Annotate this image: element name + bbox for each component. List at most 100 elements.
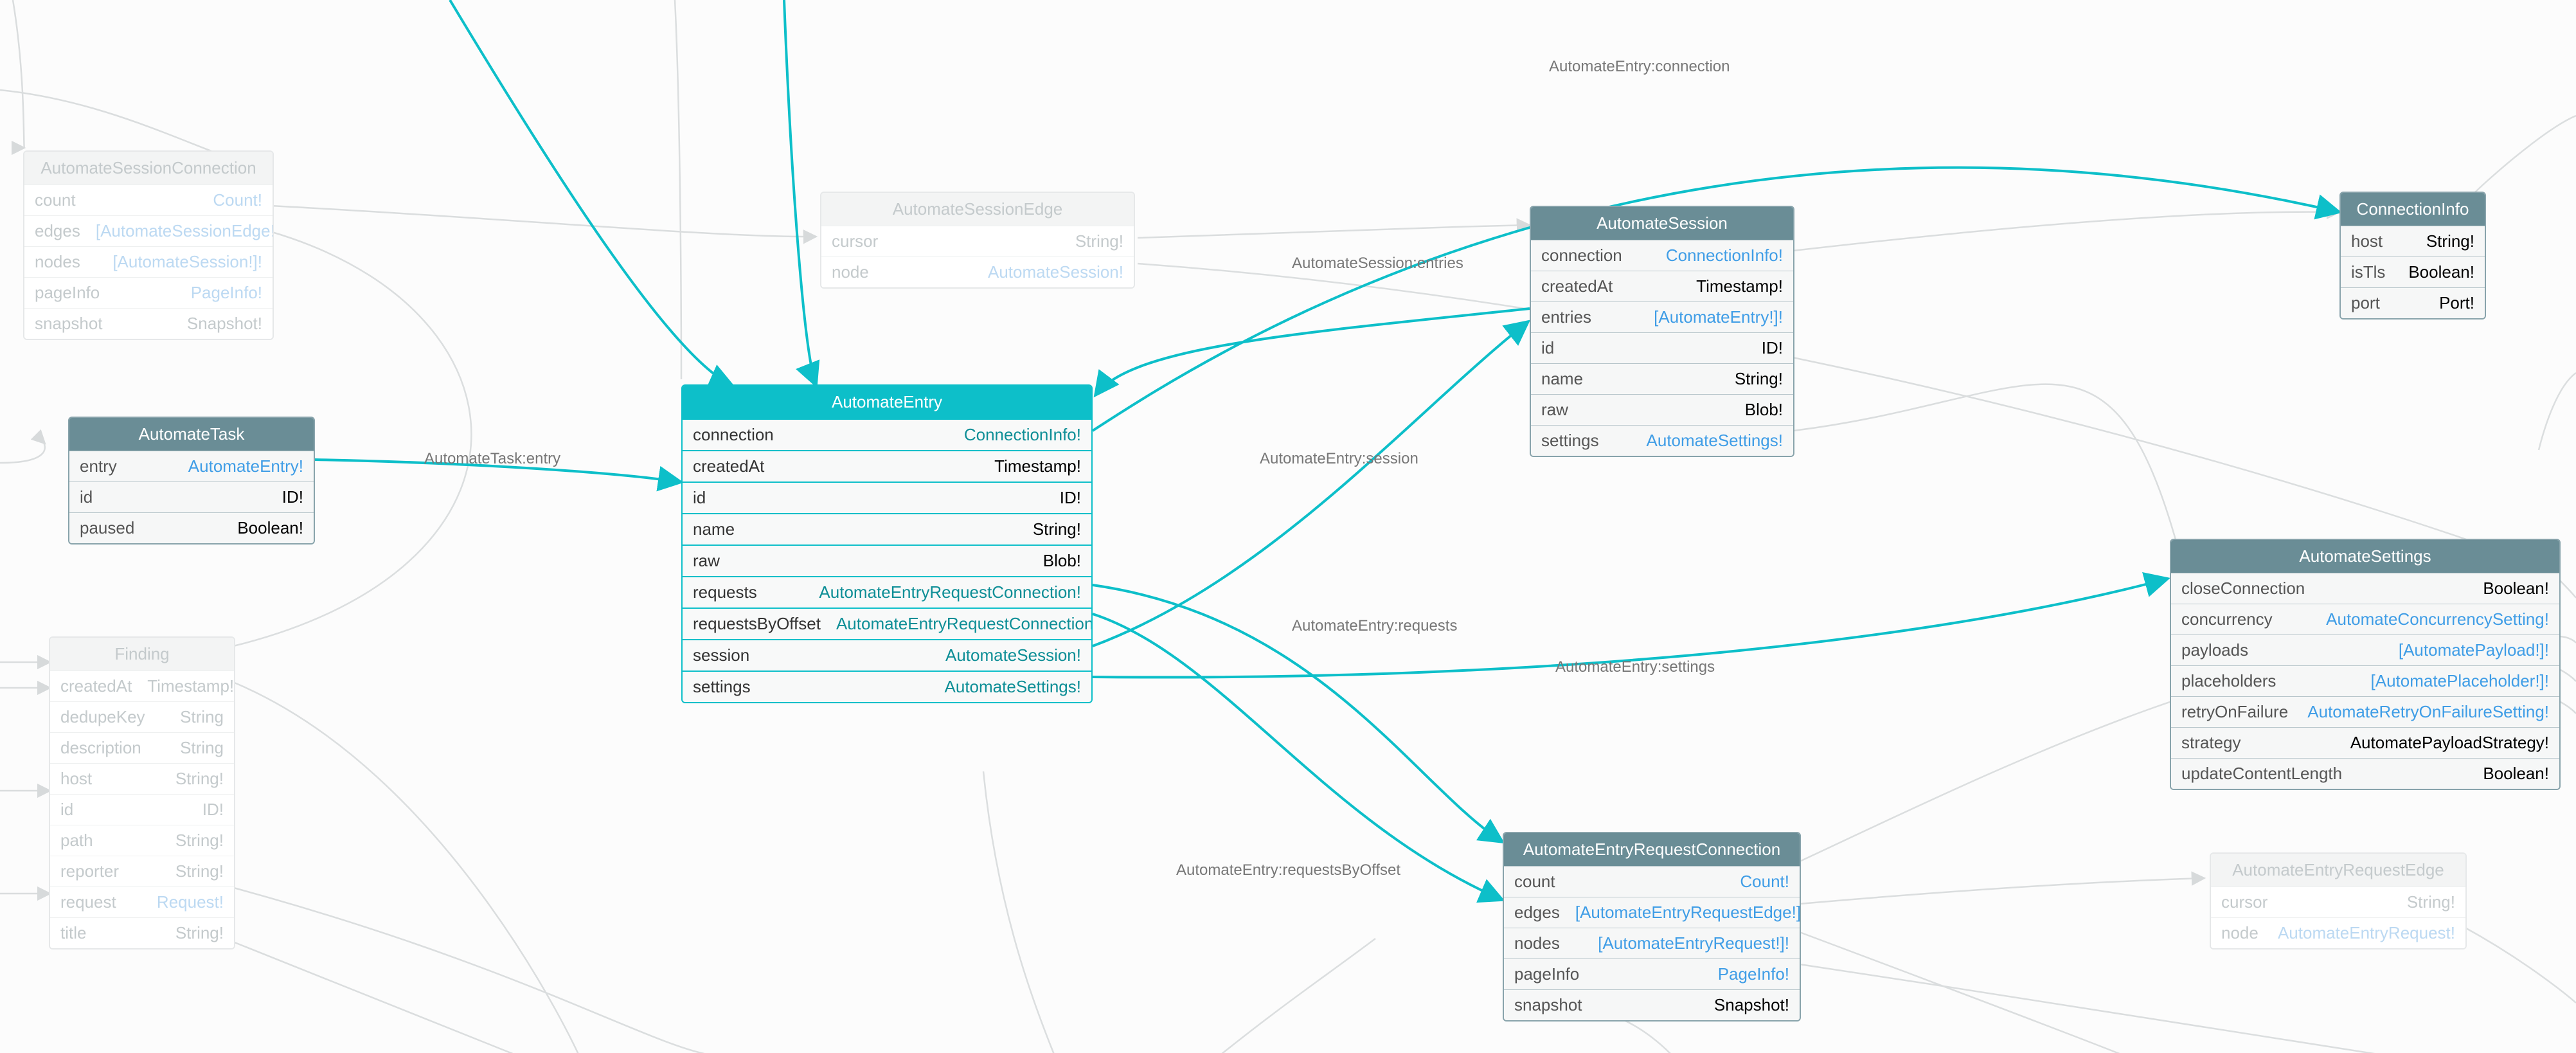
field-type[interactable]: AutomateConcurrencySetting! <box>2326 609 2549 629</box>
field-type[interactable]: [AutomateEntryRequestEdge!]! <box>1575 903 1801 923</box>
field-type[interactable]: AutomateSession! <box>988 262 1123 282</box>
field-type[interactable]: ConnectionInfo! <box>964 425 1081 445</box>
field-type[interactable]: AutomateSettings! <box>945 677 1081 697</box>
field-row[interactable]: pageInfo PageInfo! <box>1504 959 1800 989</box>
field-row[interactable]: count Count! <box>24 184 273 215</box>
field-row[interactable]: title String! <box>50 917 234 948</box>
field-row-settings[interactable]: settings AutomateSettings! <box>683 670 1091 702</box>
field-type[interactable]: AutomateRetryOnFailureSetting! <box>2307 702 2549 722</box>
field-row[interactable]: placeholders [AutomatePlaceholder!]! <box>2171 665 2559 696</box>
field-name: createdAt <box>693 456 764 476</box>
node-title[interactable]: AutomateEntryRequestEdge <box>2211 854 2465 887</box>
field-row[interactable]: dedupeKey String <box>50 701 234 732</box>
field-type: String! <box>175 923 224 943</box>
field-row[interactable]: entries [AutomateEntry!]! <box>1531 302 1793 332</box>
node-title[interactable]: Finding <box>50 638 234 670</box>
node-automate-entry-request-connection[interactable]: AutomateEntryRequestConnection count Cou… <box>1503 832 1801 1022</box>
field-type[interactable]: AutomateEntryRequestConnection! <box>819 582 1081 602</box>
field-row[interactable]: edges [AutomateEntryRequestEdge!]! <box>1504 897 1800 928</box>
node-connection-info[interactable]: ConnectionInfo host String! isTls Boolea… <box>2339 192 2486 320</box>
field-row-id[interactable]: id ID! <box>683 482 1091 513</box>
field-row[interactable]: host String! <box>50 763 234 794</box>
field-row[interactable]: nodes [AutomateEntryRequest!]! <box>1504 928 1800 959</box>
field-row[interactable]: updateContentLength Boolean! <box>2171 758 2559 789</box>
node-automate-task[interactable]: AutomateTask entry AutomateEntry! id ID!… <box>68 417 315 544</box>
field-type[interactable]: PageInfo! <box>1718 964 1789 984</box>
field-row[interactable]: paused Boolean! <box>69 512 314 543</box>
field-type[interactable]: AutomateEntry! <box>188 456 303 476</box>
field-row[interactable]: pageInfo PageInfo! <box>24 277 273 308</box>
field-name: requests <box>693 582 757 602</box>
field-row[interactable]: edges [AutomateSessionEdge!]! <box>24 215 273 246</box>
field-type[interactable]: Count! <box>1740 872 1789 892</box>
field-type[interactable]: Count! <box>213 190 262 210</box>
field-row[interactable]: strategy AutomatePayloadStrategy! <box>2171 727 2559 758</box>
field-row[interactable]: request Request! <box>50 887 234 917</box>
field-type[interactable]: ConnectionInfo! <box>1666 246 1783 266</box>
node-automate-session[interactable]: AutomateSession connection ConnectionInf… <box>1530 206 1794 457</box>
field-row[interactable]: description String <box>50 732 234 763</box>
node-title[interactable]: ConnectionInfo <box>2341 193 2485 226</box>
field-type[interactable]: [AutomatePlaceholder!]! <box>2371 671 2550 691</box>
node-title[interactable]: AutomateSettings <box>2171 540 2559 573</box>
field-row[interactable]: host String! <box>2341 226 2485 256</box>
field-row[interactable]: count Count! <box>1504 866 1800 897</box>
field-name: host <box>2351 231 2383 251</box>
node-automate-entry-request-edge[interactable]: AutomateEntryRequestEdge cursor String! … <box>2210 852 2467 950</box>
field-row[interactable]: concurrency AutomateConcurrencySetting! <box>2171 604 2559 634</box>
field-type[interactable]: PageInfo! <box>191 283 262 303</box>
field-type[interactable]: [AutomateEntry!]! <box>1654 307 1783 327</box>
node-title[interactable]: AutomateTask <box>69 418 314 451</box>
field-row-name[interactable]: name String! <box>683 513 1091 544</box>
node-title[interactable]: AutomateSession <box>1531 207 1793 240</box>
field-row[interactable]: createdAt Timestamp! <box>50 670 234 701</box>
field-row[interactable]: nodes [AutomateSession!]! <box>24 246 273 277</box>
field-type[interactable]: AutomateEntryRequestConnection! <box>836 614 1093 634</box>
field-row-requestsbyoffset[interactable]: requestsByOffset AutomateEntryRequestCon… <box>683 608 1091 639</box>
field-row-session[interactable]: session AutomateSession! <box>683 639 1091 670</box>
field-row[interactable]: reporter String! <box>50 856 234 887</box>
field-row[interactable]: raw Blob! <box>1531 394 1793 425</box>
field-type[interactable]: [AutomateEntryRequest!]! <box>1598 933 1789 953</box>
node-automate-settings[interactable]: AutomateSettings closeConnection Boolean… <box>2170 539 2561 790</box>
field-row[interactable]: connection ConnectionInfo! <box>1531 240 1793 271</box>
field-type[interactable]: AutomateSession! <box>945 645 1081 665</box>
field-row[interactable]: payloads [AutomatePayload!]! <box>2171 634 2559 665</box>
field-row[interactable]: id ID! <box>1531 332 1793 363</box>
field-row[interactable]: path String! <box>50 825 234 856</box>
field-row[interactable]: snapshot Snapshot! <box>24 308 273 339</box>
field-row[interactable]: id ID! <box>50 794 234 825</box>
field-row-raw[interactable]: raw Blob! <box>683 544 1091 576</box>
node-finding[interactable]: Finding createdAt Timestamp! dedupeKey S… <box>49 636 235 950</box>
field-row[interactable]: cursor String! <box>2211 887 2465 917</box>
field-type[interactable]: [AutomateSession!]! <box>112 252 262 272</box>
node-automate-session-connection[interactable]: AutomateSessionConnection count Count! e… <box>23 150 274 340</box>
field-type[interactable]: AutomateEntryRequest! <box>2278 923 2455 943</box>
node-automate-entry[interactable]: AutomateEntry connection ConnectionInfo!… <box>681 384 1093 703</box>
field-row[interactable]: node AutomateEntryRequest! <box>2211 917 2465 948</box>
node-automate-session-edge[interactable]: AutomateSessionEdge cursor String! node … <box>820 192 1135 289</box>
node-title[interactable]: AutomateSessionConnection <box>24 152 273 184</box>
field-row[interactable]: snapshot Snapshot! <box>1504 989 1800 1020</box>
field-row[interactable]: name String! <box>1531 363 1793 394</box>
field-row[interactable]: retryOnFailure AutomateRetryOnFailureSet… <box>2171 696 2559 727</box>
field-type[interactable]: [AutomateSessionEdge!]! <box>96 221 274 241</box>
field-row[interactable]: node AutomateSession! <box>821 256 1134 287</box>
field-row[interactable]: id ID! <box>69 482 314 512</box>
field-row[interactable]: closeConnection Boolean! <box>2171 573 2559 604</box>
field-type[interactable]: AutomateSettings! <box>1647 431 1783 451</box>
field-row[interactable]: createdAt Timestamp! <box>1531 271 1793 302</box>
node-title[interactable]: AutomateEntryRequestConnection <box>1504 833 1800 866</box>
field-row-createdat[interactable]: createdAt Timestamp! <box>683 450 1091 482</box>
field-row[interactable]: entry AutomateEntry! <box>69 451 314 482</box>
field-type[interactable]: [AutomatePayload!]! <box>2399 640 2549 660</box>
field-row[interactable]: settings AutomateSettings! <box>1531 425 1793 456</box>
field-row[interactable]: cursor String! <box>821 226 1134 256</box>
field-row[interactable]: isTls Boolean! <box>2341 256 2485 287</box>
node-title[interactable]: AutomateEntry <box>683 386 1091 419</box>
field-row-requests[interactable]: requests AutomateEntryRequestConnection! <box>683 576 1091 608</box>
node-title[interactable]: AutomateSessionEdge <box>821 193 1134 226</box>
field-row-connection[interactable]: connection ConnectionInfo! <box>683 419 1091 450</box>
field-type[interactable]: Request! <box>157 892 224 912</box>
field-row[interactable]: port Port! <box>2341 287 2485 318</box>
